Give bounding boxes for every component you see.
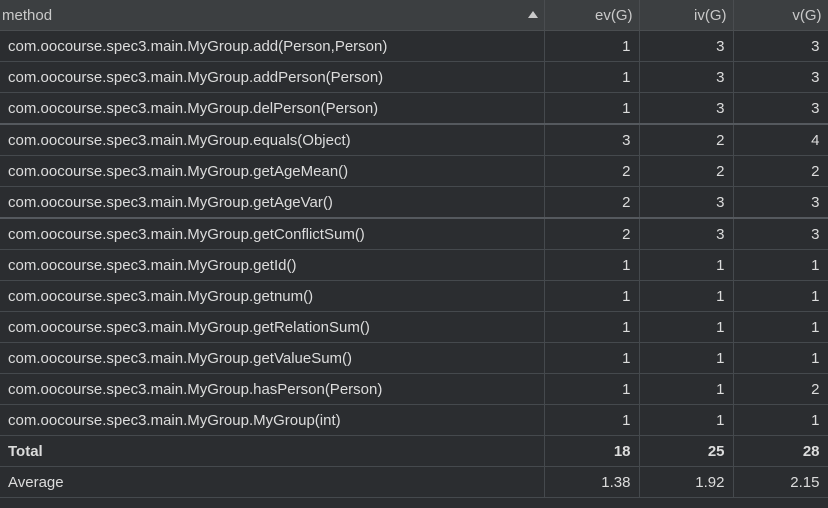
v-cell: 3 <box>733 92 828 125</box>
ev-cell: 1 <box>544 404 640 436</box>
method-cell: com.oocourse.spec3.main.MyGroup.getAgeMe… <box>0 155 545 187</box>
total-row: Total 18 25 28 <box>0 435 828 467</box>
iv-cell: 1 <box>639 280 734 312</box>
average-iv: 1.92 <box>639 466 734 498</box>
metrics-table: method ev(G) iv(G) v(G) com.oocourse.spe… <box>0 0 828 498</box>
ev-cell: 1 <box>544 373 640 405</box>
v-cell: 3 <box>733 218 828 250</box>
table-row[interactable]: com.oocourse.spec3.main.MyGroup.add(Pers… <box>0 30 828 62</box>
method-cell: com.oocourse.spec3.main.MyGroup.add(Pers… <box>0 30 545 62</box>
ev-cell: 3 <box>544 124 640 156</box>
ev-cell: 2 <box>544 218 640 250</box>
iv-cell: 3 <box>639 186 734 219</box>
method-cell: com.oocourse.spec3.main.MyGroup.equals(O… <box>0 124 545 156</box>
ev-cell: 1 <box>544 311 640 343</box>
method-cell: com.oocourse.spec3.main.MyGroup.getConfl… <box>0 218 545 250</box>
ev-cell: 2 <box>544 186 640 219</box>
v-cell: 2 <box>733 373 828 405</box>
ev-cell: 1 <box>544 61 640 93</box>
iv-cell: 3 <box>639 218 734 250</box>
method-cell: com.oocourse.spec3.main.MyGroup.getAgeVa… <box>0 186 545 219</box>
column-header-label: method <box>2 6 53 24</box>
method-cell: com.oocourse.spec3.main.MyGroup.getnum() <box>0 280 545 312</box>
average-v: 2.15 <box>733 466 828 498</box>
method-cell: com.oocourse.spec3.main.MyGroup.getRelat… <box>0 311 545 343</box>
iv-cell: 1 <box>639 249 734 281</box>
table-row[interactable]: com.oocourse.spec3.main.MyGroup.getAgeVa… <box>0 186 828 219</box>
table-row[interactable]: com.oocourse.spec3.main.MyGroup.hasPerso… <box>0 373 828 405</box>
sort-ascending-icon <box>527 11 538 18</box>
method-cell: com.oocourse.spec3.main.MyGroup.getId() <box>0 249 545 281</box>
method-cell: com.oocourse.spec3.main.MyGroup.getValue… <box>0 342 545 374</box>
column-header-iv[interactable]: iv(G) <box>639 0 734 31</box>
table-row[interactable]: com.oocourse.spec3.main.MyGroup.MyGroup(… <box>0 404 828 436</box>
iv-cell: 2 <box>639 124 734 156</box>
total-iv: 25 <box>639 435 734 467</box>
v-cell: 3 <box>733 61 828 93</box>
ev-cell: 1 <box>544 30 640 62</box>
method-cell: com.oocourse.spec3.main.MyGroup.addPerso… <box>0 61 545 93</box>
table-row[interactable]: com.oocourse.spec3.main.MyGroup.getRelat… <box>0 311 828 343</box>
table-row[interactable]: com.oocourse.spec3.main.MyGroup.delPerso… <box>0 92 828 125</box>
total-v: 28 <box>733 435 828 467</box>
method-cell: com.oocourse.spec3.main.MyGroup.hasPerso… <box>0 373 545 405</box>
average-ev: 1.38 <box>544 466 640 498</box>
total-ev: 18 <box>544 435 640 467</box>
table-row[interactable]: com.oocourse.spec3.main.MyGroup.getConfl… <box>0 218 828 250</box>
total-label: Total <box>0 435 545 467</box>
ev-cell: 1 <box>544 92 640 125</box>
column-header-method[interactable]: method <box>0 0 545 31</box>
average-label: Average <box>0 466 545 498</box>
table-row[interactable]: com.oocourse.spec3.main.MyGroup.getnum()… <box>0 280 828 312</box>
table-row[interactable]: com.oocourse.spec3.main.MyGroup.getValue… <box>0 342 828 374</box>
column-header-v[interactable]: v(G) <box>733 0 828 31</box>
v-cell: 1 <box>733 404 828 436</box>
table-row[interactable]: com.oocourse.spec3.main.MyGroup.equals(O… <box>0 124 828 156</box>
iv-cell: 1 <box>639 311 734 343</box>
ev-cell: 1 <box>544 342 640 374</box>
iv-cell: 1 <box>639 404 734 436</box>
method-cell: com.oocourse.spec3.main.MyGroup.delPerso… <box>0 92 545 125</box>
iv-cell: 1 <box>639 373 734 405</box>
v-cell: 1 <box>733 342 828 374</box>
method-cell: com.oocourse.spec3.main.MyGroup.MyGroup(… <box>0 404 545 436</box>
header-row: method ev(G) iv(G) v(G) <box>0 0 828 31</box>
v-cell: 1 <box>733 249 828 281</box>
table-row[interactable]: com.oocourse.spec3.main.MyGroup.getAgeMe… <box>0 155 828 187</box>
v-cell: 3 <box>733 30 828 62</box>
iv-cell: 3 <box>639 92 734 125</box>
v-cell: 4 <box>733 124 828 156</box>
ev-cell: 2 <box>544 155 640 187</box>
v-cell: 1 <box>733 311 828 343</box>
v-cell: 3 <box>733 186 828 219</box>
iv-cell: 3 <box>639 30 734 62</box>
column-header-ev[interactable]: ev(G) <box>544 0 640 31</box>
iv-cell: 3 <box>639 61 734 93</box>
average-row: Average 1.38 1.92 2.15 <box>0 466 828 498</box>
iv-cell: 2 <box>639 155 734 187</box>
ev-cell: 1 <box>544 249 640 281</box>
table-row[interactable]: com.oocourse.spec3.main.MyGroup.getId() 1… <box>0 249 828 281</box>
iv-cell: 1 <box>639 342 734 374</box>
v-cell: 2 <box>733 155 828 187</box>
table-row[interactable]: com.oocourse.spec3.main.MyGroup.addPerso… <box>0 61 828 93</box>
ev-cell: 1 <box>544 280 640 312</box>
v-cell: 1 <box>733 280 828 312</box>
